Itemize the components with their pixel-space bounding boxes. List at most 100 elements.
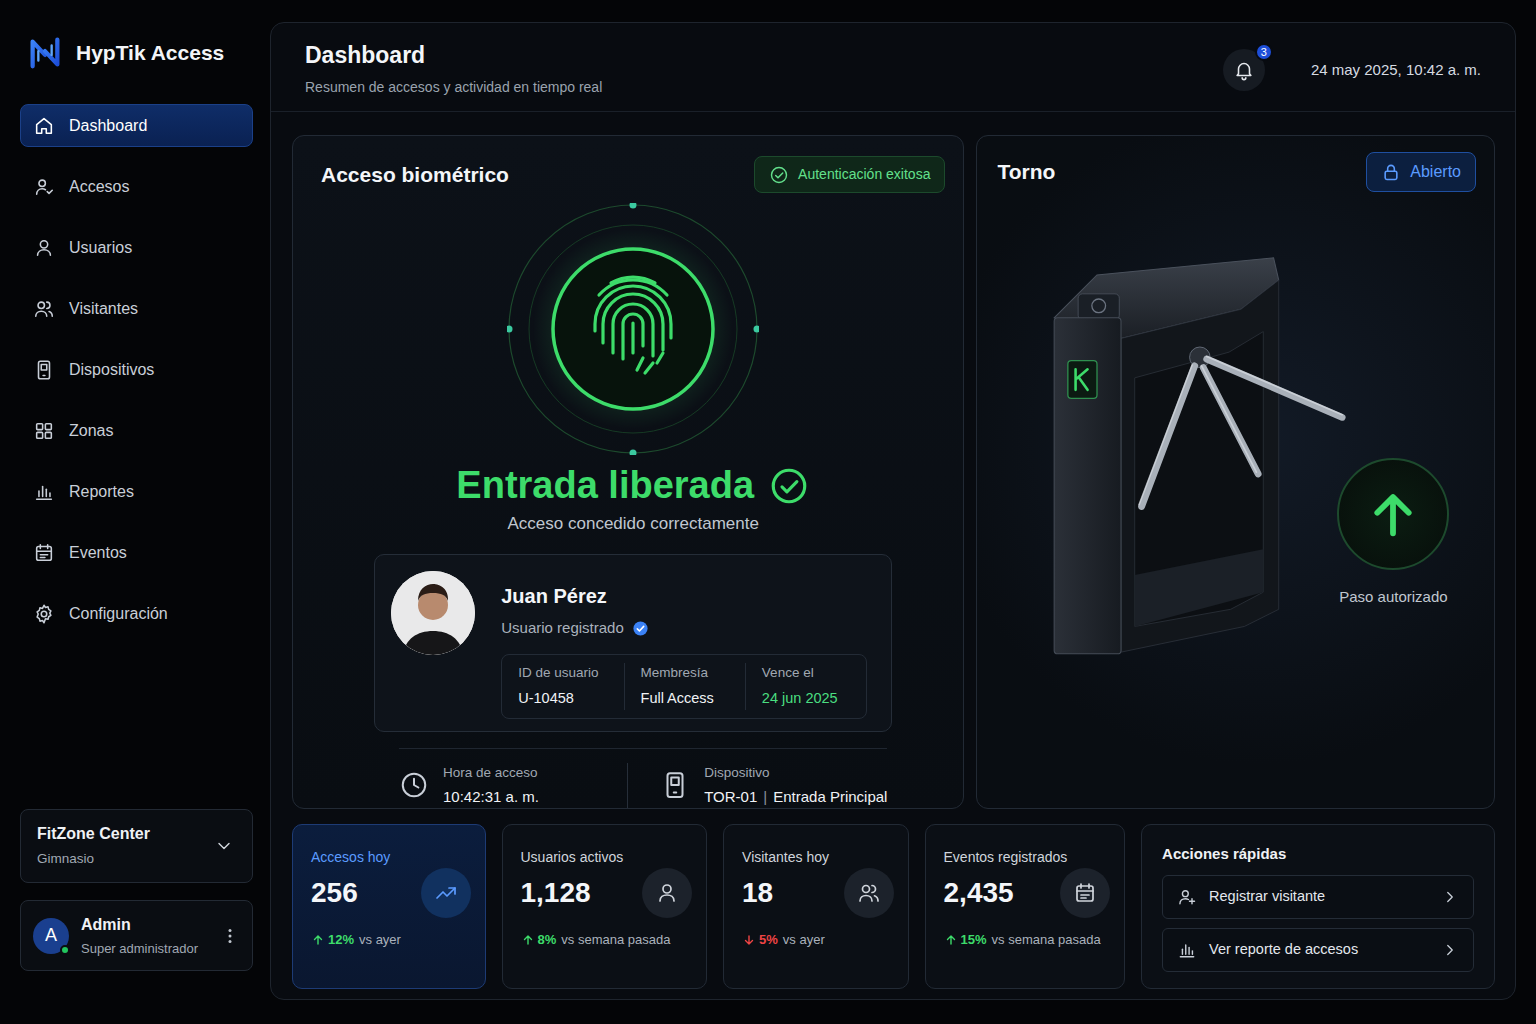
trend-percent: 15%: [961, 930, 987, 950]
chevron-down-icon: [214, 836, 234, 856]
user-photo: [391, 571, 475, 655]
biometric-card: Acceso biométrico Autenticación exitosa En…: [292, 135, 964, 809]
sidebar-item-label[interactable]: Usuarios: [69, 236, 132, 260]
org-selector[interactable]: FitZone CenterGimnasio: [20, 809, 253, 883]
sidebar-item[interactable]: Dashboard: [20, 104, 253, 147]
trend-compare: vs ayer: [359, 930, 401, 950]
sidebar-item-label[interactable]: Dispositivos: [69, 358, 154, 382]
trend-percent: 5%: [759, 930, 778, 950]
user-card: Juan PérezUsuario registradoID de usuari…: [374, 554, 892, 732]
user-initial: A: [45, 922, 57, 949]
user-role: Super administrador: [81, 939, 198, 959]
trend-value: 8%: [521, 930, 557, 950]
turnstile-card: TornoAbiertoPaso autorizado: [976, 135, 1495, 809]
page-title: Dashboard: [305, 42, 602, 70]
user-plus-icon: [1177, 887, 1197, 907]
meta-label: Dispositivo: [704, 763, 887, 783]
stat-card[interactable]: Visitantes hoy185%vs ayer: [723, 824, 908, 989]
chevron-right-icon: [1441, 941, 1459, 959]
stat-card[interactable]: Eventos registrados2,43515%vs semana pas…: [925, 824, 1126, 989]
sidebar-item-label[interactable]: Dashboard: [69, 114, 147, 138]
trend-compare: vs semana pasada: [561, 930, 670, 950]
chevron-right-icon: [1441, 888, 1459, 906]
user-details: ID de usuarioU-10458 Membresía Full Access…: [501, 654, 867, 719]
zones-icon: [33, 420, 55, 442]
trend-value: 5%: [742, 930, 778, 950]
sidebar-item[interactable]: Reportes: [20, 470, 253, 513]
sidebar-item-label[interactable]: Configuración: [69, 602, 168, 626]
stat-card[interactable]: Accesos hoy25612%vs ayer: [292, 824, 486, 989]
user-icon: [33, 237, 55, 259]
device-info: DispositivoTOR-01|Entrada Principal: [627, 763, 887, 809]
badge-label: Autenticación exitosa: [798, 164, 930, 185]
meta-value: 10:42:31 a. m.: [443, 786, 539, 809]
trend-up-icon: [434, 881, 458, 905]
sidebar-item[interactable]: Accesos: [20, 165, 253, 208]
sidebar-item-label[interactable]: Zonas: [69, 419, 113, 443]
quick-action[interactable]: Registrar visitante: [1162, 875, 1474, 919]
sidebar-item[interactable]: Usuarios: [20, 226, 253, 269]
sidebar-item[interactable]: Zonas: [20, 409, 253, 452]
sidebar-item-label[interactable]: Accesos: [69, 175, 129, 199]
quick-action-label[interactable]: Registrar visitante: [1209, 886, 1325, 908]
notifications-button[interactable]: 3: [1223, 49, 1265, 91]
sidebar-item[interactable]: Eventos: [20, 531, 253, 574]
stat-value: 2,435: [944, 872, 1014, 914]
trend-percent: 12%: [328, 930, 354, 950]
stat-label: Eventos registrados: [944, 847, 1111, 868]
sidebar-item-label[interactable]: Eventos: [69, 541, 127, 565]
sidebar-item-label[interactable]: Reportes: [69, 480, 134, 504]
user-field: ID de usuarioU-10458: [502, 663, 623, 710]
stat-label: Usuarios activos: [521, 847, 693, 868]
trend-compare: vs ayer: [783, 930, 825, 950]
quick-actions: Acciones rápidas Registrar visitante Ver r…: [1141, 824, 1495, 989]
status-line: Entrada liberada: [321, 463, 945, 509]
content: Acceso biométrico Autenticación exitosa En…: [271, 112, 1515, 1001]
stat-card[interactable]: Usuarios activos 1,128 8%vs semana pasada: [502, 824, 708, 989]
calendar-icon: [33, 542, 55, 564]
field-label: Membresía: [641, 663, 729, 683]
stat-label: Accesos hoy: [311, 847, 471, 868]
stat-icon-badge: [642, 868, 692, 918]
sidebar-item[interactable]: Visitantes: [20, 287, 253, 330]
clock-icon: [399, 770, 429, 800]
card-title: Acceso biométrico: [321, 162, 509, 187]
pass-label: Paso autorizado: [1339, 586, 1447, 609]
visitors-icon: [857, 881, 881, 905]
fingerprint-icon: [507, 203, 759, 455]
check-circle-icon: [769, 165, 789, 185]
stat-icon-badge: [421, 868, 471, 918]
bar-chart-icon: [1177, 940, 1197, 960]
sidebar-item[interactable]: Configuración: [20, 592, 253, 635]
trend-percent: 8%: [538, 930, 557, 950]
online-dot: [60, 945, 70, 955]
visitors-icon: [33, 298, 55, 320]
quick-action[interactable]: Ver reporte de accesos: [1162, 928, 1474, 972]
status-text: Entrada liberada: [456, 463, 754, 509]
user-field: Vence el24 jun 2025: [745, 663, 866, 710]
arrow-down-icon: [742, 933, 756, 947]
success-badge: Autenticación exitosa: [754, 156, 945, 193]
user-role: Usuario registrado: [501, 617, 624, 640]
quick-action-label[interactable]: Ver reporte de accesos: [1209, 939, 1358, 961]
stat-value: 18: [742, 872, 773, 914]
sidebar-item[interactable]: Dispositivos: [20, 348, 253, 391]
turnstile-state-button[interactable]: Abierto: [1366, 152, 1476, 192]
user-card: AAdminSuper administrador: [20, 900, 253, 971]
stat-value: 1,128: [521, 872, 591, 914]
bell-icon: [1233, 59, 1255, 81]
arrow-up-icon: [944, 933, 958, 947]
verified-icon: [632, 620, 649, 637]
user-avatar[interactable]: A: [33, 918, 69, 954]
arrow-up-icon: [311, 933, 325, 947]
state-label[interactable]: Abierto: [1410, 160, 1461, 184]
org-name[interactable]: FitZone Center: [37, 822, 150, 846]
trend-value: 12%: [311, 930, 354, 950]
check-circle-icon: [768, 465, 810, 507]
quick-actions-title: Acciones rápidas: [1162, 843, 1474, 866]
kebab-menu-icon: [220, 926, 240, 946]
field-value: Full Access: [641, 688, 729, 710]
sidebar-item-label[interactable]: Visitantes: [69, 297, 138, 321]
page-header: DashboardResumen de accesos y actividad …: [271, 23, 1515, 112]
brand: HypTik Access: [20, 30, 253, 76]
